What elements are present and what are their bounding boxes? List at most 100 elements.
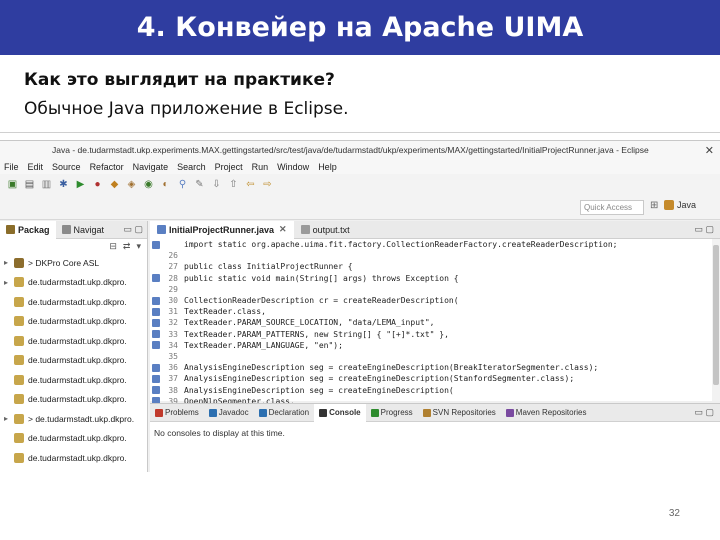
change-marker-icon <box>152 386 160 395</box>
tree-item[interactable]: ▸ de.tudarmstadt.ukp.dkpro. <box>4 273 147 293</box>
menu-refactor[interactable]: Refactor <box>90 162 124 172</box>
code-line[interactable]: 28 public static void main(String[] args… <box>150 273 710 284</box>
slide-header: 4. Конвейер на Apache UIMA <box>0 0 720 55</box>
code-line[interactable]: 34 TextReader.PARAM_LANGUAGE, "en"); <box>150 340 710 351</box>
editor-scrollbar[interactable] <box>712 239 720 401</box>
tab-maven-repositories[interactable]: Maven Repositories <box>501 404 592 422</box>
open-perspective-icon[interactable]: ⊞ <box>650 200 658 211</box>
print-icon[interactable]: ▥ <box>40 179 53 192</box>
code-line[interactable]: import static org.apache.uima.fit.factor… <box>150 239 710 250</box>
run-icon[interactable]: ▶ <box>74 179 87 192</box>
tree-item[interactable]: ▸ > de.tudarmstadt.ukp.dkpro. <box>4 409 147 429</box>
tab-console[interactable]: Console <box>314 403 366 422</box>
progress-icon <box>370 408 379 417</box>
code-line[interactable]: 36 AnalysisEngineDescription seg = creat… <box>150 362 710 373</box>
tree-item[interactable]: de.tudarmstadt.ukp.dkpro. <box>4 312 147 332</box>
search-icon[interactable]: ⚲ <box>176 179 189 192</box>
tab-label: Console <box>329 408 361 417</box>
tree-item[interactable]: de.tudarmstadt.ukp.dkpro. <box>4 390 147 410</box>
code-line[interactable]: 30 CollectionReaderDescription cr = crea… <box>150 295 710 306</box>
menu-run[interactable]: Run <box>252 162 269 172</box>
java-perspective-button[interactable]: Java <box>664 200 696 210</box>
tree-item[interactable]: ▸ > DKPro Core ASL <box>4 253 147 273</box>
expand-arrow-icon[interactable]: ▸ <box>4 414 14 423</box>
collapse-all-icon[interactable]: ⊟ <box>109 241 117 252</box>
expand-arrow-icon[interactable]: ▸ <box>4 278 14 287</box>
next-annotation-icon[interactable]: ⇩ <box>210 179 223 192</box>
tree-item[interactable]: de.tudarmstadt.ukp.dkpro. <box>4 448 147 468</box>
menu-window[interactable]: Window <box>277 162 309 172</box>
code-area[interactable]: import static org.apache.uima.fit.factor… <box>150 239 710 406</box>
tab-initial-project-runner[interactable]: InitialProjectRunner.java ✕ <box>150 220 294 239</box>
view-menu-icon[interactable]: ▾ <box>136 241 141 252</box>
tab-package-explorer[interactable]: Packag <box>0 220 56 239</box>
tab-navigator[interactable]: Navigat <box>56 221 111 239</box>
close-tab-icon[interactable]: ✕ <box>279 224 287 235</box>
view-menu-icon[interactable]: ▭ ▢ <box>694 407 714 418</box>
eclipse-window: Java - de.tudarmstadt.ukp.experiments.MA… <box>0 140 720 472</box>
change-marker-icon <box>152 341 160 350</box>
tree-item[interactable]: de.tudarmstadt.ukp.dkpro. <box>4 331 147 351</box>
text-file-icon <box>300 225 310 234</box>
minimize-maximize-icon[interactable]: ▭ ▢ <box>123 224 143 235</box>
package-folder-icon <box>14 413 24 424</box>
editor-tabs: InitialProjectRunner.java ✕ output.txt ▭… <box>150 220 720 239</box>
menu-project[interactable]: Project <box>215 162 243 172</box>
new-package-icon[interactable]: ◈ <box>125 179 138 192</box>
code-line[interactable]: 29 <box>150 284 710 295</box>
tab-declaration[interactable]: Declaration <box>254 404 314 422</box>
annotation-icon[interactable]: ✎ <box>193 179 206 192</box>
menu-search[interactable]: Search <box>177 162 206 172</box>
open-type-icon[interactable]: ◐ <box>159 179 172 192</box>
quick-access-input[interactable]: Quick Access <box>580 200 644 215</box>
save-icon[interactable]: ▤ <box>23 179 36 192</box>
close-icon[interactable]: ✕ <box>705 144 714 157</box>
code-line[interactable]: 27 public class InitialProjectRunner { <box>150 261 710 272</box>
prev-annotation-icon[interactable]: ⇧ <box>227 179 240 192</box>
package-folder-icon <box>14 355 24 366</box>
tab-svn-repositories[interactable]: SVN Repositories <box>418 404 501 422</box>
minimize-maximize-icon[interactable]: ▭ ▢ <box>694 224 714 235</box>
change-marker-icon <box>152 307 160 316</box>
code-text: CollectionReaderDescription cr = createR… <box>184 296 459 306</box>
tree-item[interactable]: de.tudarmstadt.ukp.dkpro. <box>4 429 147 449</box>
tree-item[interactable]: de.tudarmstadt.ukp.dkpro. <box>4 292 147 312</box>
menu-help[interactable]: Help <box>318 162 337 172</box>
back-icon[interactable]: ⇦ <box>244 179 257 192</box>
tab-javadoc[interactable]: Javadoc <box>204 404 254 422</box>
tab-problems[interactable]: Problems <box>150 404 204 422</box>
menu-navigate[interactable]: Navigate <box>133 162 169 172</box>
package-explorer-icon <box>6 225 15 234</box>
tree-item[interactable]: de.tudarmstadt.ukp.dkpro. <box>4 351 147 371</box>
tree-item[interactable]: de.tudarmstadt.ukp.dkpro. <box>4 370 147 390</box>
debug-icon[interactable]: ✱ <box>57 179 70 192</box>
code-line[interactable]: 35 <box>150 351 710 362</box>
menu-source[interactable]: Source <box>52 162 81 172</box>
link-editor-icon[interactable]: ⇄ <box>123 241 131 252</box>
tab-label: output.txt <box>312 224 350 235</box>
tree-item-label: de.tudarmstadt.ukp.dkpro. <box>28 296 127 307</box>
new-icon[interactable]: ▣ <box>6 179 19 192</box>
tab-progress[interactable]: Progress <box>366 404 418 422</box>
menu-edit[interactable]: Edit <box>28 162 44 172</box>
code-text: TextReader.PARAM_LANGUAGE, "en"); <box>184 340 343 350</box>
external-tools-icon[interactable]: ● <box>91 179 104 192</box>
change-marker-icon <box>152 240 160 249</box>
code-line[interactable]: 32 TextReader.PARAM_SOURCE_LOCATION, "da… <box>150 317 710 328</box>
change-marker-icon <box>152 352 160 360</box>
code-line[interactable]: 31 TextReader.class, <box>150 306 710 317</box>
page-number: 32 <box>668 508 680 519</box>
forward-icon[interactable]: ⇨ <box>261 179 274 192</box>
code-line[interactable]: 26 <box>150 250 710 261</box>
new-class-icon[interactable]: ◉ <box>142 179 155 192</box>
expand-arrow-icon[interactable]: ▸ <box>4 258 14 267</box>
line-number: 31 <box>168 307 178 317</box>
tree-item[interactable]: de.tudarmstadt.ukp.dkpro. <box>4 468 147 473</box>
tab-output-txt[interactable]: output.txt <box>294 221 357 239</box>
menu-file[interactable]: File <box>4 162 19 172</box>
code-line[interactable]: 33 TextReader.PARAM_PATTERNS, new String… <box>150 329 710 340</box>
new-java-project-icon[interactable]: ◆ <box>108 179 121 192</box>
line-number: 32 <box>168 318 178 328</box>
code-line[interactable]: 37 AnalysisEngineDescription seg = creat… <box>150 373 710 384</box>
code-line[interactable]: 38 AnalysisEngineDescription seg = creat… <box>150 384 710 395</box>
